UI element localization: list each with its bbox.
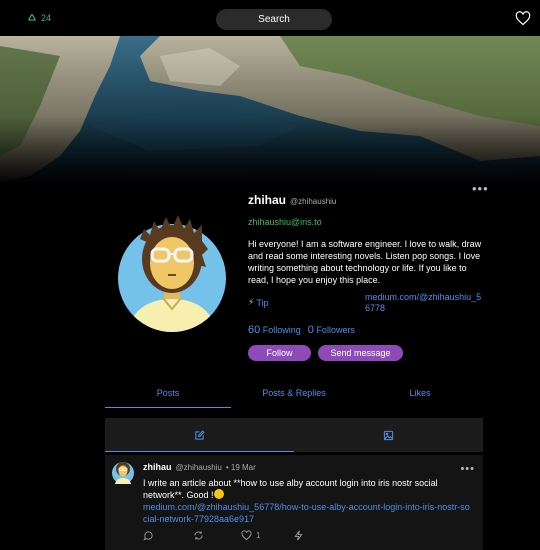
media-posts-tab[interactable]: [294, 418, 483, 452]
post-author-handle: @zhihaushiu: [175, 463, 222, 472]
post-card[interactable]: zhihau @zhihaushiu • 19 Mar ••• I write …: [105, 455, 483, 550]
post-header: zhihau @zhihaushiu • 19 Mar: [143, 462, 256, 472]
recycle-icon: [28, 13, 36, 21]
profile-handle: @zhihaushiu: [290, 197, 337, 206]
lightning-icon: ⚡: [248, 297, 255, 307]
zap-button[interactable]: [293, 530, 304, 541]
post-text: I write an article about **how to use al…: [143, 477, 473, 501]
profile-name-row: zhihau @zhihaushiu: [248, 193, 336, 207]
followers-count: 0: [307, 324, 314, 336]
post-author-avatar[interactable]: [112, 460, 134, 484]
search-button[interactable]: Search: [216, 9, 332, 30]
edit-icon: [195, 429, 205, 440]
like-button[interactable]: 1: [241, 530, 293, 541]
repost-button[interactable]: [193, 530, 241, 541]
image-icon: [383, 430, 394, 440]
profile-about: Hi everyone! I am a software engineer. I…: [248, 239, 482, 285]
profile-tabs: Posts Posts & Replies Likes: [105, 384, 483, 408]
post-more-icon[interactable]: •••: [460, 463, 475, 475]
follow-button[interactable]: Follow: [248, 345, 311, 361]
connected-peers[interactable]: 24: [27, 13, 51, 23]
following-label: Following: [262, 325, 301, 335]
text-posts-tab[interactable]: [105, 418, 294, 452]
nip05-address[interactable]: zhihaushiu@iris.to: [248, 217, 322, 227]
profile-more-icon[interactable]: •••: [472, 181, 489, 196]
post-link[interactable]: medium.com/@zhihaushiu_56778/how-to-use-…: [143, 501, 473, 525]
follow-counts: 60 Following 0 Followers: [248, 324, 355, 336]
website-link[interactable]: medium.com/@zhihaushiu_56778: [365, 292, 485, 314]
repost-icon: [194, 531, 203, 540]
post-timestamp[interactable]: • 19 Mar: [226, 463, 256, 472]
tip-label: Tip: [256, 297, 269, 308]
lightning-icon: [294, 530, 303, 541]
profile-avatar: [118, 215, 226, 332]
post-text-body: I write an article about **how to use al…: [143, 478, 438, 500]
heart-icon: [241, 530, 252, 541]
post-filter-tabs: [105, 418, 483, 452]
top-bar: 24 Search: [0, 0, 540, 36]
post-author-name[interactable]: zhihau: [143, 462, 172, 472]
like-count: 1: [256, 531, 261, 540]
send-message-button[interactable]: Send message: [318, 345, 403, 361]
reply-icon: [143, 531, 153, 541]
following-stat[interactable]: 60 Following: [248, 324, 301, 336]
profile-banner: [0, 36, 540, 182]
smile-emoji-icon: [213, 489, 224, 499]
profile-name: zhihau: [248, 193, 286, 207]
heart-icon[interactable]: [515, 11, 531, 26]
tab-likes[interactable]: Likes: [357, 384, 483, 408]
tab-posts-and-replies[interactable]: Posts & Replies: [231, 384, 357, 408]
followers-stat[interactable]: 0 Followers: [308, 324, 355, 336]
followers-label: Followers: [316, 325, 355, 335]
tip-link[interactable]: ⚡ Tip: [248, 297, 269, 308]
following-count: 60: [248, 324, 261, 336]
reply-button[interactable]: [143, 530, 193, 541]
peer-count: 24: [41, 13, 52, 23]
post-actions: 1: [143, 530, 473, 541]
tab-posts[interactable]: Posts: [105, 384, 231, 408]
